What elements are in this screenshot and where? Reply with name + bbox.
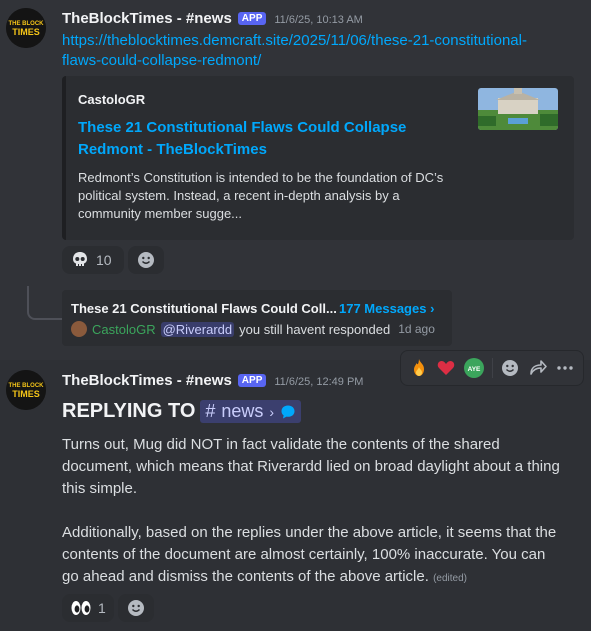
forward-icon	[529, 360, 547, 375]
svg-text:TIMES: TIMES	[12, 27, 40, 37]
avatar-theblocktimes[interactable]: THE BLOCK TIMES	[6, 8, 46, 48]
heart-reaction-button[interactable]	[435, 354, 459, 382]
thread-last-user[interactable]: CastoloGR	[92, 322, 156, 337]
app-badge: APP	[237, 12, 267, 25]
fire-emoji-icon	[413, 359, 424, 376]
message-paragraph-2: Additionally, based on the replies under…	[62, 522, 562, 590]
user-mention[interactable]: @Riverardd	[160, 321, 235, 337]
message-paragraph-2-text: Additionally, based on the replies under…	[62, 524, 557, 585]
aye-label: AYE	[467, 366, 480, 373]
thread-connector	[27, 286, 63, 320]
message-paragraph-1: Turns out, Mug did NOT in fact validate …	[62, 436, 560, 497]
reaction-count: 10	[96, 252, 112, 268]
thread-last-time: 1d ago	[398, 322, 435, 336]
theblocktimes-logo: THE BLOCK TIMES	[6, 370, 46, 410]
theblocktimes-logo: THE BLOCK TIMES	[6, 8, 46, 48]
skull-emoji-icon	[73, 252, 87, 266]
toolbar-divider	[491, 358, 493, 378]
avatar	[71, 321, 87, 337]
message-header: TheBlockTimes - #news APP 11/6/25, 10:13…	[62, 10, 363, 27]
article-link-line2[interactable]: flaws-could-collapse-redmont/	[62, 51, 527, 71]
more-options-button[interactable]	[554, 354, 578, 382]
add-reaction-icon	[502, 360, 519, 376]
channel-hash-icon: #	[205, 401, 216, 421]
author-name[interactable]: TheBlockTimes - #news	[62, 10, 232, 27]
heart-emoji-icon	[438, 361, 455, 375]
edited-indicator: (edited)	[433, 573, 467, 584]
speech-bubble-icon	[281, 405, 295, 418]
message-timestamp[interactable]: 11/6/25, 12:49 PM	[274, 376, 363, 388]
eyes-emoji-icon	[71, 601, 91, 615]
smiley-add-icon	[138, 252, 154, 268]
link-embed: CastoloGR These 21 Constitutional Flaws …	[62, 76, 574, 240]
message-timestamp[interactable]: 11/6/25, 10:13 AM	[274, 14, 362, 26]
embed-description: Redmont’s Constitution is intended to be…	[78, 170, 444, 221]
reaction-skull[interactable]: 10	[62, 246, 124, 274]
channel-mention[interactable]: # news ›	[200, 400, 302, 423]
replying-label: REPLYING TO	[62, 400, 196, 422]
svg-text:TIMES: TIMES	[12, 389, 40, 399]
more-icon	[557, 366, 573, 370]
embed-title[interactable]: These 21 Constitutional Flaws Could Coll…	[78, 117, 438, 161]
app-badge: APP	[237, 374, 267, 387]
embed-author: CastoloGR	[78, 92, 146, 107]
aye-reaction-button[interactable]: AYE	[462, 354, 486, 382]
article-link-line1[interactable]: https://theblocktimes.demcraft.site/2025…	[62, 31, 527, 51]
thread-preview[interactable]: These 21 Constitutional Flaws Could Coll…	[62, 290, 452, 346]
aye-emoji-icon: AYE	[463, 358, 484, 378]
add-reaction-button[interactable]	[128, 246, 164, 274]
forward-button[interactable]	[526, 354, 550, 382]
reaction-count: 1	[98, 600, 106, 616]
chevron-right-icon: ›	[269, 403, 275, 420]
thread-message-count[interactable]: 177 Messages ›	[339, 301, 434, 316]
message-header: TheBlockTimes - #news APP 11/6/25, 12:49…	[62, 372, 363, 389]
author-name[interactable]: TheBlockTimes - #news	[62, 372, 232, 389]
add-reaction-toolbar-button[interactable]	[498, 354, 522, 382]
channel-name: news	[221, 401, 264, 421]
reaction-eyes[interactable]: 1	[62, 594, 114, 622]
fire-reaction-button[interactable]	[407, 354, 431, 382]
message-toolbar: AYE	[400, 350, 584, 386]
thread-title[interactable]: These 21 Constitutional Flaws Could Coll…	[71, 301, 337, 316]
article-link[interactable]: https://theblocktimes.demcraft.site/2025…	[62, 31, 527, 71]
avatar-theblocktimes[interactable]: THE BLOCK TIMES	[6, 370, 46, 410]
embed-thumbnail[interactable]	[478, 88, 558, 130]
replying-heading: REPLYING TO # news ›	[62, 400, 302, 423]
chat-view: THE BLOCK TIMES TheBlockTimes - #news AP…	[0, 0, 591, 631]
smiley-add-icon	[128, 600, 144, 616]
add-reaction-button[interactable]	[118, 594, 154, 622]
thread-last-message: CastoloGR @Riverardd you still havent re…	[71, 321, 435, 337]
thread-last-text: you still havent responded	[239, 321, 391, 337]
